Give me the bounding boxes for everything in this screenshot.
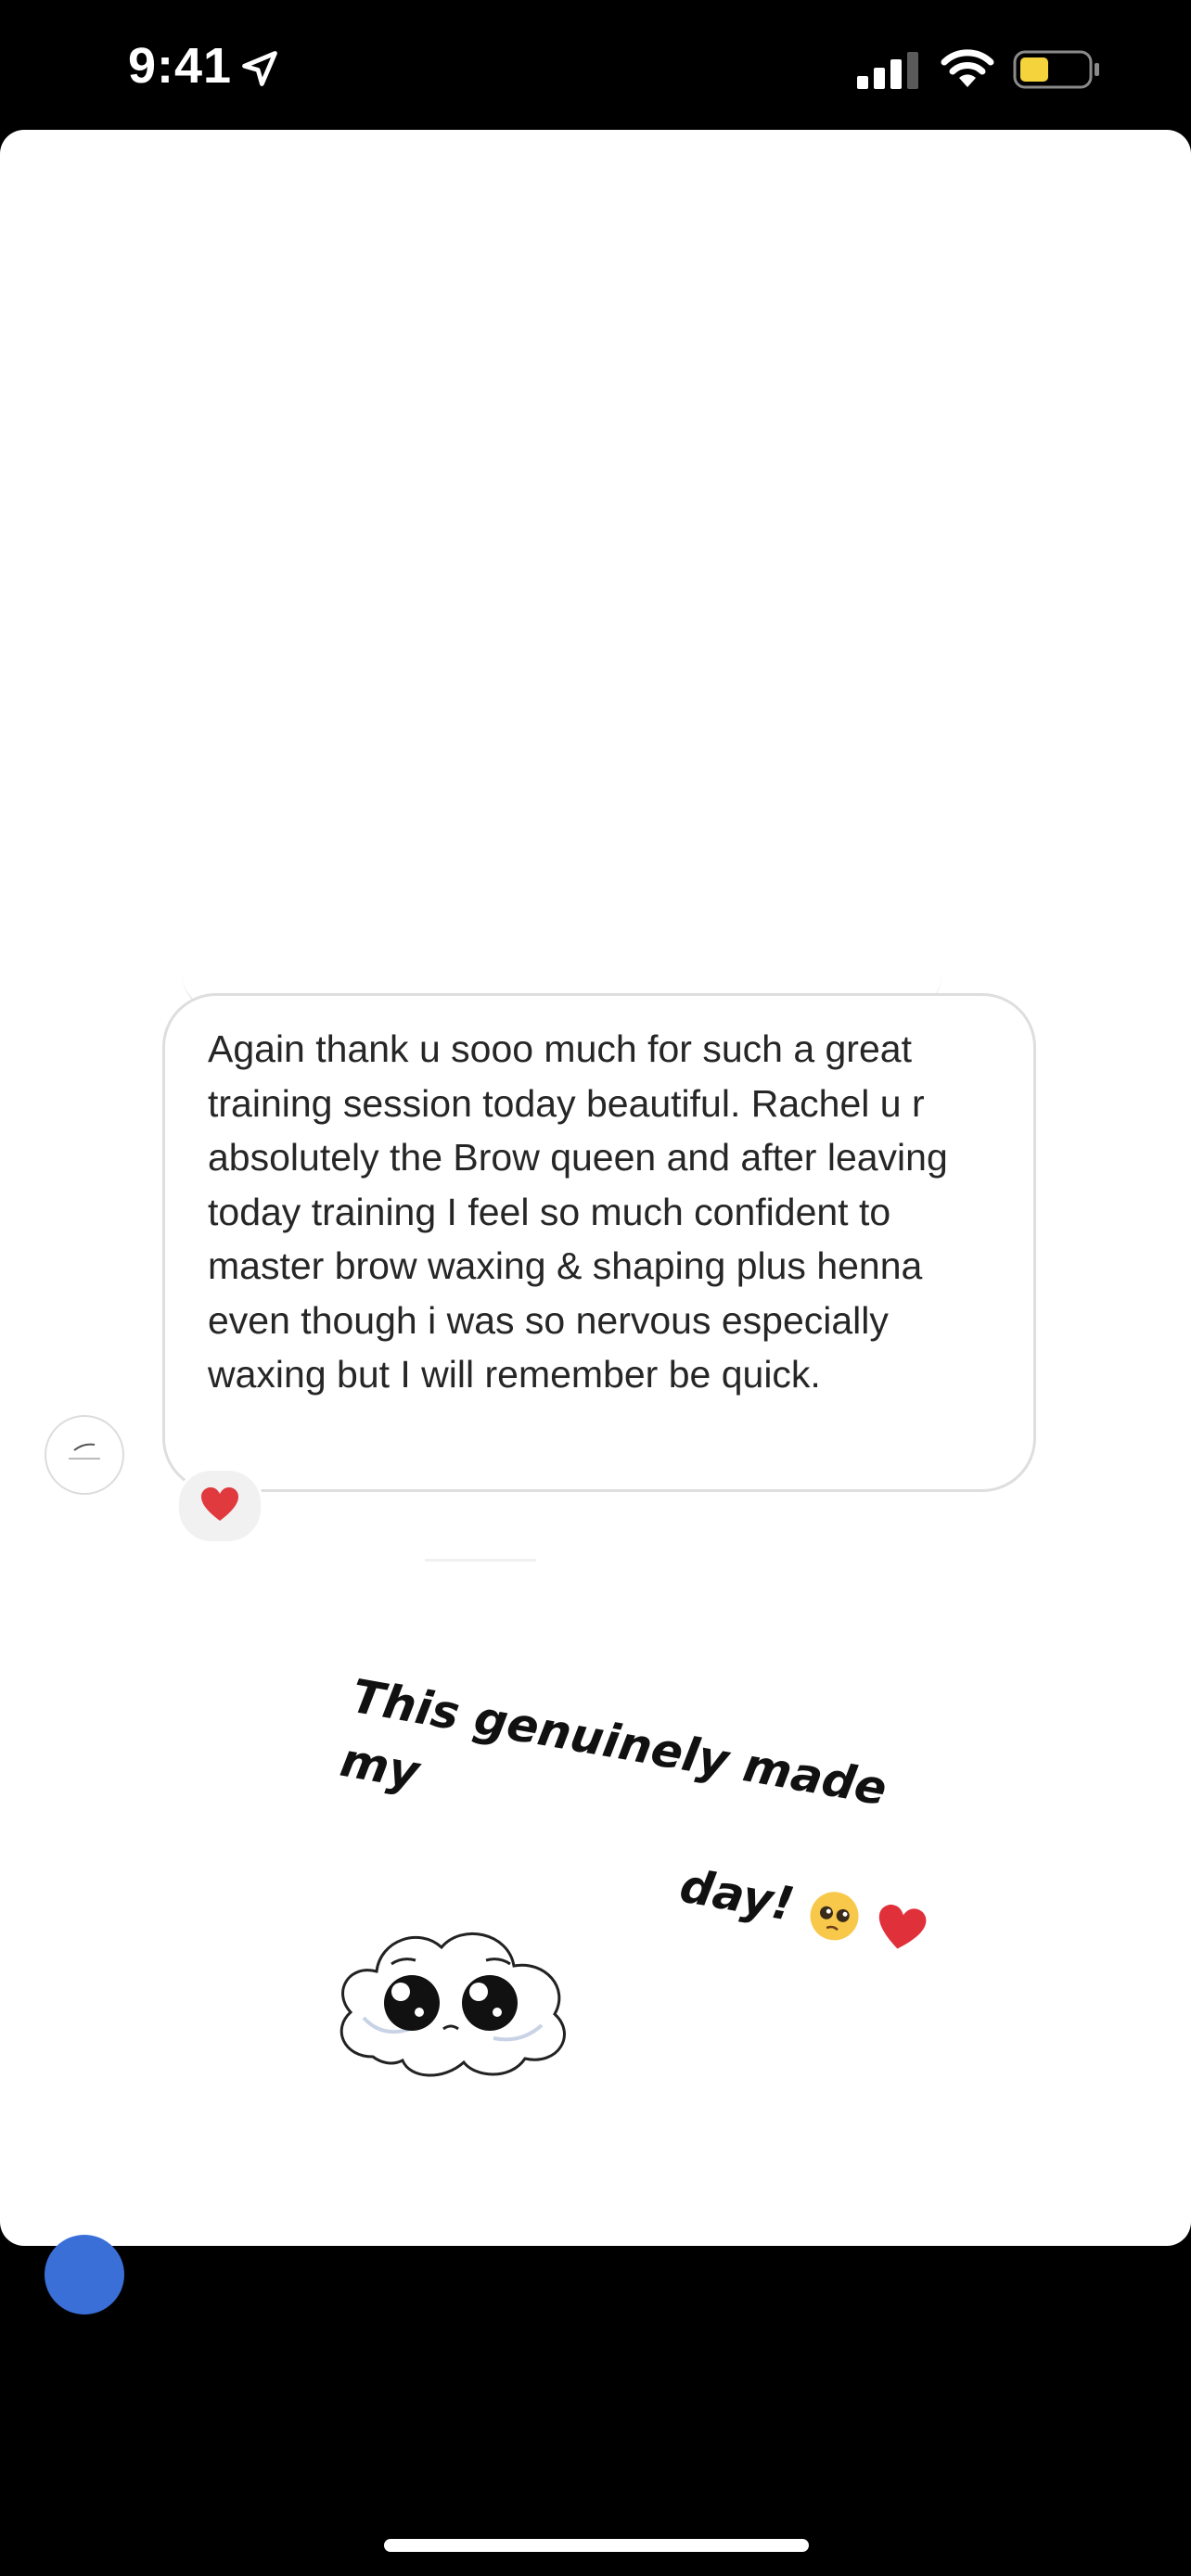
home-indicator[interactable] [384, 2539, 809, 2552]
brow-logo-icon [69, 1443, 100, 1460]
sticker-line2: day! [675, 1858, 799, 1932]
heart-reaction-icon[interactable] [176, 1468, 263, 1544]
wifi-icon [941, 49, 994, 87]
cellular-signal-icon [857, 52, 918, 89]
status-bar: 9:41 [0, 0, 1191, 130]
divider [425, 1559, 536, 1562]
status-time: 9:41 [128, 38, 233, 94]
bottom-avatar [45, 2235, 124, 2315]
pleading-face-emoji [810, 1891, 859, 1940]
pleading-cloud-sticker [339, 1932, 566, 2077]
location-arrow-icon [242, 51, 277, 86]
sender-avatar[interactable] [45, 1415, 124, 1495]
red-heart-emoji [879, 1904, 927, 1949]
battery-icon [1013, 50, 1099, 89]
message-bubble[interactable]: Again thank u sooo much for such a great… [162, 993, 1036, 1492]
sticker-line1: This genuinely made my [336, 1668, 891, 1817]
story-card: Again thank u sooo much for such a great… [0, 130, 1191, 2246]
message-text: Again thank u sooo much for such a great… [208, 1027, 948, 1396]
